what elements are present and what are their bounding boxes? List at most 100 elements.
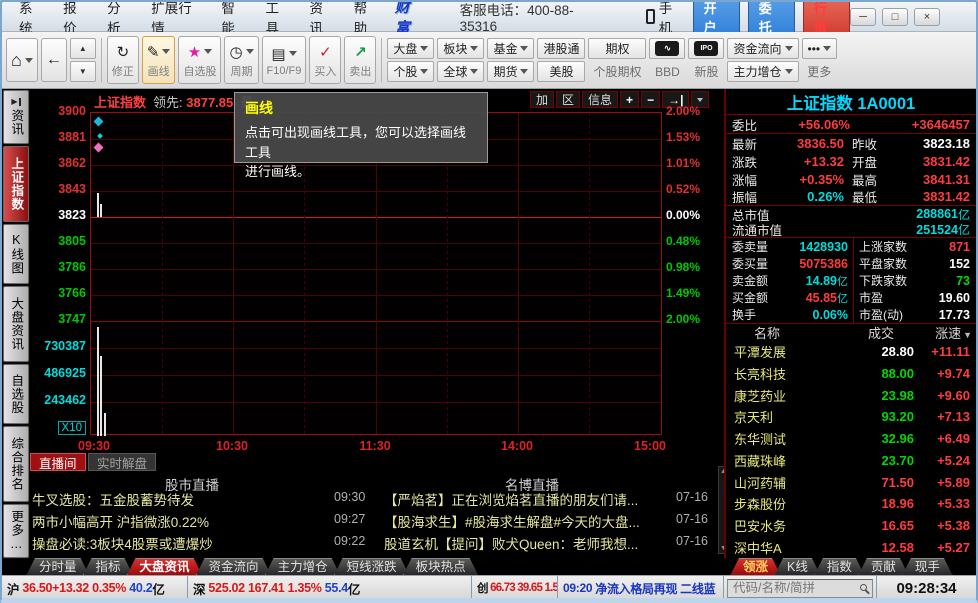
futures-button[interactable]: 期货	[487, 61, 534, 82]
watchlist-button[interactable]: ★自选股	[178, 36, 221, 84]
money-flow-button[interactable]: 资金流向	[727, 38, 798, 59]
y-axis-label: 3786	[2, 260, 86, 274]
name-column-header[interactable]: 名称	[726, 323, 848, 342]
region-button[interactable]: 区	[556, 91, 580, 108]
news-ticker[interactable]: 09:20 净流入格局再现 二线蓝	[558, 576, 724, 600]
tab-main-force[interactable]: 主力增仓	[265, 558, 341, 576]
ipo-icon: IPO	[694, 41, 718, 56]
chart-header: 上证指数 领先: 3877.85 最	[94, 92, 253, 110]
tab-current-volume[interactable]: 现手	[902, 558, 953, 576]
total-market-cap: 288861	[804, 207, 958, 221]
percent-axis-label: 0.48%	[666, 234, 720, 248]
service-phone: 客服电话：400-88-35316	[460, 0, 606, 34]
add-button[interactable]: 加	[530, 91, 554, 108]
weibi-row: 委比 +56.06% +3646457	[726, 115, 976, 134]
news-item[interactable]: 股道玄机【提问】败犬Queen：老师我想...	[384, 533, 670, 553]
grid-line	[162, 113, 163, 434]
stock-row[interactable]: 巴安水务16.65+5.38	[726, 515, 976, 537]
price-column-header[interactable]: 成交	[848, 323, 914, 342]
sell-button[interactable]: ↗卖出	[344, 36, 376, 84]
chevron-down-icon	[520, 46, 528, 51]
stock-row[interactable]: 康芝药业23.98+9.60	[726, 384, 976, 406]
weibi-diff: +3646457	[850, 117, 970, 132]
ipo-button[interactable]: IPO	[688, 38, 724, 59]
tab-money-flow[interactable]: 资金流向	[196, 558, 272, 576]
sell-amount: 14.89	[780, 274, 837, 288]
correct-button[interactable]: ↻修正	[107, 36, 139, 84]
stock-button[interactable]: 个股	[387, 61, 434, 82]
system-clock: 09:28:34	[876, 576, 976, 600]
tab-realtime-commentary[interactable]: 实时解盘	[88, 453, 156, 471]
draw-line-label: 画线	[148, 63, 170, 79]
page-down-button[interactable]: ▼	[70, 61, 96, 82]
more-dots-button[interactable]: •••	[802, 38, 838, 59]
stock-ranking-list: 平潭发展28.80+11.11 长亮科技88.00+9.74 康芝药业23.98…	[726, 341, 976, 558]
fund-button[interactable]: 基金	[487, 38, 534, 59]
speed-column-header[interactable]: 涨速▼	[914, 323, 976, 342]
sector-button[interactable]: 板块	[437, 38, 484, 59]
quote-row: 涨幅+0.35% 最高3841.31	[726, 170, 976, 188]
stock-options-button[interactable]: 个股期权	[588, 61, 646, 82]
page-up-button[interactable]: ▲	[70, 38, 96, 59]
percent-axis-label: 1.49%	[666, 286, 720, 300]
tab-hot-sectors[interactable]: 板块热点	[403, 558, 479, 576]
main-force-button[interactable]: 主力增仓	[727, 61, 798, 82]
sidebar-item-more[interactable]: 更多…	[3, 504, 29, 558]
price-marker-dot	[97, 133, 103, 139]
hk-connect-button[interactable]: 港股通	[537, 38, 585, 59]
stock-row[interactable]: 东华测试32.96+6.49	[726, 428, 976, 450]
tab-volume[interactable]: 分时量	[26, 558, 90, 576]
more-button[interactable]: 更多	[802, 61, 838, 82]
sh-index-summary[interactable]: 沪 36.50+13.32 0.35% 40.2亿	[2, 576, 188, 600]
clock-icon: ◷	[229, 43, 242, 61]
search-icon[interactable]	[860, 584, 867, 591]
sidebar-item-ranking[interactable]: 综合排名	[3, 426, 29, 502]
quote-row: 振幅0.26% 最低3831.42	[726, 188, 976, 206]
news-date: 07-16	[676, 534, 708, 548]
sort-down-icon: ▼	[963, 330, 972, 340]
tab-short-term[interactable]: 短线涨跌	[334, 558, 410, 576]
zoom-out-button[interactable]: −	[641, 91, 660, 108]
stock-row[interactable]: 步森股份18.96+5.33	[726, 493, 976, 515]
tab-live-room[interactable]: 直播间	[30, 453, 86, 471]
market-overview-button[interactable]: 大盘	[387, 38, 434, 59]
options-button[interactable]: 期权	[588, 38, 646, 59]
time-axis-label: 15:00	[624, 439, 676, 453]
draw-line-button[interactable]: ✎画线	[142, 36, 176, 84]
news-item[interactable]: 牛叉选股：五金股蓄势待发	[32, 489, 328, 509]
sell-label: 卖出	[349, 63, 371, 79]
stock-row[interactable]: 京天利93.20+7.13	[726, 406, 976, 428]
cyb-index-summary[interactable]: 创 66.73 39.65 1.51% 23亿	[472, 576, 558, 600]
stock-row[interactable]: 平潭发展28.80+11.11	[726, 341, 976, 363]
y-axis-label: 3805	[2, 234, 86, 248]
close-button[interactable]: ×	[914, 8, 940, 26]
sidebar-item-kline[interactable]: K线图	[3, 224, 29, 284]
decliners: 73	[923, 274, 970, 288]
buy-button[interactable]: ✓买入	[309, 36, 341, 84]
home-button[interactable]: ⌂	[6, 38, 38, 82]
tab-market-news[interactable]: 大盘资讯	[127, 558, 203, 576]
period-button[interactable]: ◷周期	[224, 36, 258, 84]
stock-row[interactable]: 深中华A12.58+5.27	[726, 536, 976, 558]
minimize-button[interactable]: ─	[850, 8, 876, 26]
maximize-button[interactable]: □	[882, 8, 908, 26]
bbd-button[interactable]: ∿	[649, 38, 685, 59]
news-item[interactable]: 【严焰茗】正在浏览焰茗直播的朋友们请...	[384, 489, 670, 509]
info-button[interactable]: 信息	[582, 91, 618, 108]
stock-search-input[interactable]	[727, 579, 873, 598]
news-item[interactable]: 两市小幅高开 沪指微涨0.22%	[32, 511, 328, 531]
index-title[interactable]: 上证指数 1A0001	[726, 89, 976, 115]
us-stock-button[interactable]: 美股	[537, 61, 585, 82]
f10-button[interactable]: ▤F10/F9	[262, 36, 307, 84]
sz-index-summary[interactable]: 深 525.02 167.41 1.35% 55.4亿	[188, 576, 472, 600]
back-button[interactable]: ←	[41, 38, 67, 82]
stock-search	[724, 576, 876, 600]
global-button[interactable]: 全球	[437, 61, 484, 82]
news-item[interactable]: 【股海求生】#股海求生解盘#今天的大盘...	[384, 511, 670, 531]
stock-row[interactable]: 山河药辅71.50+5.89	[726, 471, 976, 493]
news-item[interactable]: 操盘必读:3板块4股票或遭爆炒	[32, 533, 328, 553]
stock-row[interactable]: 长亮科技88.00+9.74	[726, 363, 976, 385]
stock-row[interactable]: 西藏珠峰23.70+5.24	[726, 450, 976, 472]
buy-amount: 45.85	[780, 291, 837, 305]
zoom-in-button[interactable]: +	[620, 91, 639, 108]
